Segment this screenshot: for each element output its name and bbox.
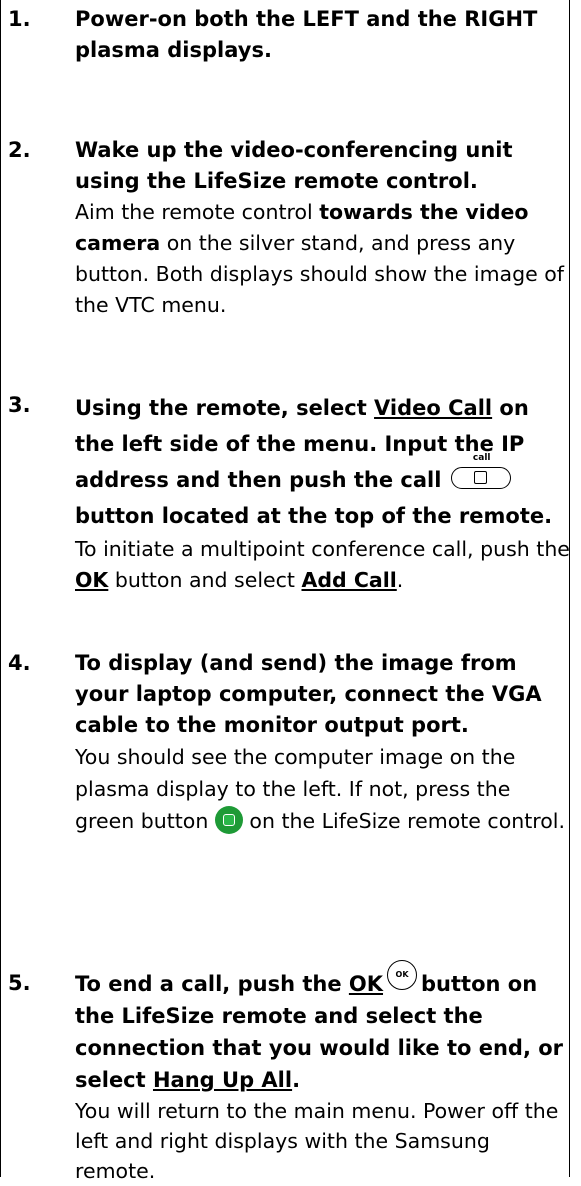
heading-part: .	[292, 1068, 301, 1092]
step-text-part: Aim the remote control	[75, 200, 320, 224]
green-button-icon	[214, 806, 243, 834]
ok-label: OK	[348, 972, 384, 996]
step-text-part: .	[396, 568, 404, 592]
step-number: 1.	[8, 7, 31, 31]
step-text: Aim the remote control towards the video…	[75, 197, 575, 321]
step-text-part: To initiate a multipoint conference call…	[75, 537, 570, 561]
step-body: Using the remote, select Video Call on t…	[75, 390, 575, 596]
step-text-part: button and select	[108, 568, 302, 592]
hang-up-all-label: Hang Up All	[152, 1068, 293, 1092]
step-heading: Using the remote, select Video Call on t…	[75, 390, 575, 534]
heading-part: Using the remote, select	[75, 396, 375, 420]
step-body: To end a call, push the OK OK button on th…	[75, 960, 575, 1186]
step-heading: To display (and send) the image from you…	[75, 651, 542, 737]
step-text: You should see the computer image on the…	[75, 741, 575, 837]
step-text-part: on the LifeSize remote control.	[249, 809, 566, 833]
step-body: Power-on both the LEFT and the RIGHT pla…	[75, 4, 575, 66]
step-heading: To end a call, push the OK OK button on th…	[75, 960, 575, 1096]
step-number: 3.	[8, 393, 31, 417]
step-heading: Power-on both the LEFT and the RIGHT pla…	[75, 7, 538, 62]
step-body: Wake up the video-conferencing unit usin…	[75, 135, 575, 321]
call-button-icon: call	[449, 453, 515, 492]
call-icon-label: call	[472, 452, 491, 463]
add-call-label: Add Call	[301, 568, 397, 592]
ok-label: OK	[75, 568, 109, 592]
video-call-label: Video Call	[374, 396, 493, 420]
heading-part: button located at the top of the remote.	[75, 504, 553, 528]
step-body: To display (and send) the image from you…	[75, 648, 575, 837]
ok-button-icon: OK	[387, 960, 418, 990]
step-text: To initiate a multipoint conference call…	[75, 534, 575, 596]
step-heading: Wake up the video-conferencing unit usin…	[75, 138, 513, 193]
heading-part: To end a call, push the	[75, 972, 349, 996]
step-text: You will return to the main menu. Power …	[75, 1099, 559, 1183]
step-number: 2.	[8, 138, 31, 162]
step-number: 5.	[8, 971, 31, 995]
step-number: 4.	[8, 651, 31, 675]
